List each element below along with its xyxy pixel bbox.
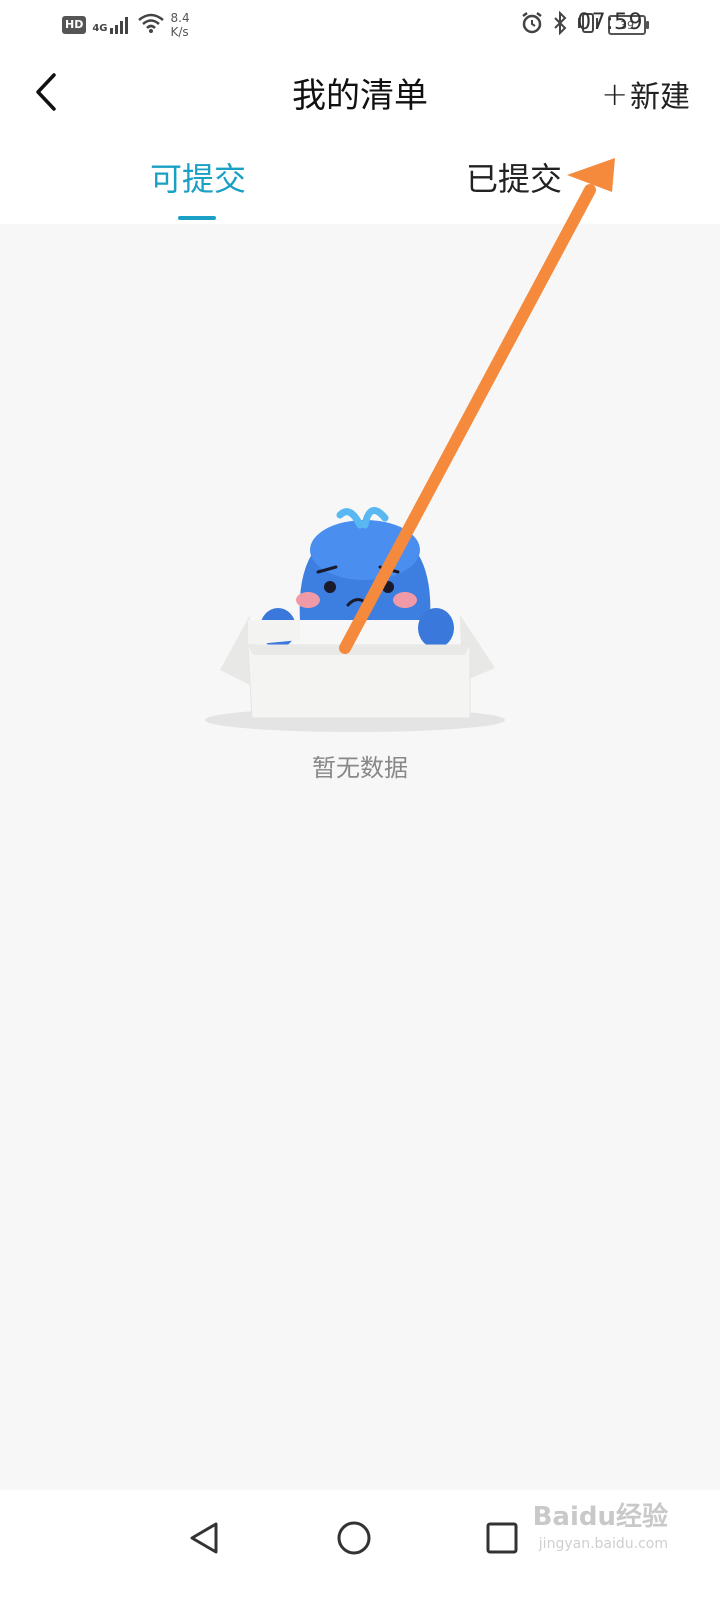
status-bar: HD 4G 8.4 K/s 39 07:59 [0,0,720,50]
clock: 07:59 [577,10,643,35]
empty-state-text: 暂无数据 [312,754,408,782]
watermark-logo: Baidu经验 [532,1502,668,1532]
tab-submitted[interactable]: 已提交 [466,154,562,200]
tab-submittable[interactable]: 可提交 [150,154,246,200]
watermark-url: jingyan.baidu.com [538,1536,668,1552]
empty-whale-box-illustration [205,507,505,732]
triangle-back-icon [190,1522,218,1554]
plus-icon: + [601,75,628,113]
cellular-signal-icon: 4G [92,16,130,34]
active-tab-indicator [178,216,216,220]
nav-back-button[interactable] [174,1508,234,1568]
new-list-button[interactable]: + 新建 [601,72,690,116]
circle-home-icon [337,1521,371,1555]
tab-bar: 可提交 已提交 [0,132,720,224]
nav-recents-button[interactable] [472,1508,532,1568]
annotation-arrow [339,158,615,654]
square-recents-icon [486,1522,518,1554]
nav-home-button[interactable] [324,1508,384,1568]
network-speed: 8.4 K/s [170,11,190,39]
alarm-icon [520,11,544,39]
hd-badge: HD [62,16,87,34]
wifi-icon [137,12,165,38]
top-nav-bar: 我的清单 + 新建 [0,50,720,132]
new-button-label: 新建 [630,80,690,115]
bluetooth-icon [552,10,568,39]
